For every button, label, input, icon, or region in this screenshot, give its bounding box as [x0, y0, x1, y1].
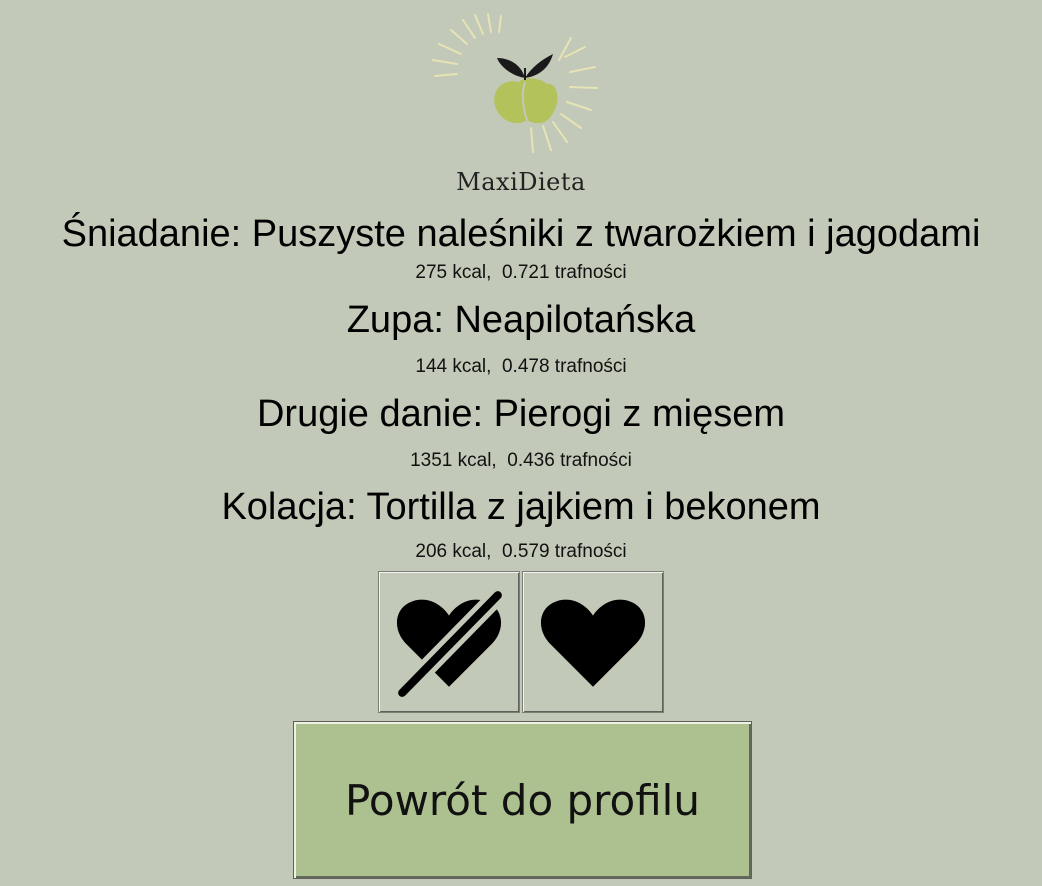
meal-title-breakfast: Śniadanie: Puszyste naleśniki z twarożki… — [61, 213, 981, 255]
app-brand: MaxiDieta — [456, 168, 586, 196]
meal-title-soup: Zupa: Neapilotańska — [346, 299, 696, 341]
like-button[interactable] — [522, 571, 664, 713]
lemon-logo-icon — [432, 13, 598, 153]
app-logo — [425, 12, 625, 162]
meal-info-dinner: 206 kcal, 0.579 trafności — [415, 541, 627, 562]
heart-icon — [540, 599, 646, 687]
meal-info-breakfast: 275 kcal, 0.721 trafności — [415, 262, 627, 283]
meal-title-main: Drugie danie: Pierogi z mięsem — [256, 393, 785, 435]
dislike-button[interactable] — [378, 571, 520, 713]
meal-title-dinner: Kolacja: Tortilla z jajkiem i bekonem — [221, 486, 821, 528]
meal-info-soup: 144 kcal, 0.478 trafności — [415, 356, 627, 377]
back-to-profile-button[interactable]: Powrót do profilu — [293, 721, 752, 879]
meal-info-main: 1351 kcal, 0.436 trafności — [410, 450, 632, 471]
heart-crossed-icon — [393, 586, 507, 702]
